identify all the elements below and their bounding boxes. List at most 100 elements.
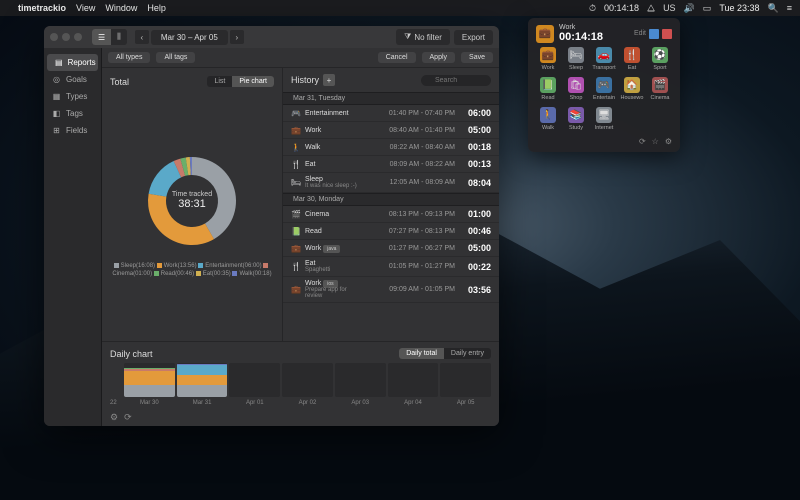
activity-name: SleepIt was nice sleep :-) [305,176,365,189]
cancel-button[interactable]: Cancel [378,52,416,63]
daily-column[interactable]: Mar 31 [177,363,228,406]
menu-window[interactable]: Window [105,3,137,13]
menu-view[interactable]: View [76,3,95,13]
stop-button[interactable] [662,29,672,39]
wifi-icon[interactable]: ⧋ [647,3,655,14]
duration: 00:18 [461,142,491,152]
widget-edit-button[interactable]: Edit [634,30,646,37]
widget-activity-label: Entertain [593,95,615,101]
daily-entry-button[interactable]: Daily entry [444,348,491,359]
widget-activity-work[interactable]: 💼Work [536,47,560,71]
settings-icon[interactable]: ⚙ [110,412,118,423]
widget-activity-label: Walk [542,125,554,131]
export-button[interactable]: Export [454,30,493,45]
widget-activity-icon: 🎬 [652,77,668,93]
history-row[interactable]: 💼Workjava01:27 PM - 06:27 PM05:00 [283,240,499,257]
widget-activity-icon: ⚽ [652,47,668,63]
widget-history-icon[interactable]: ⟳ [639,137,646,146]
widget-activity-label: Read [541,95,554,101]
sidebar-item-reports[interactable]: ▤Reports [47,54,98,71]
history-row[interactable]: 🍴EatSpaghetti01:05 PM - 01:27 PM00:22 [283,257,499,277]
history-row[interactable]: 💼WorkiosPrepare app for review09:09 AM -… [283,277,499,303]
all-types-pill[interactable]: All types [108,52,150,63]
daily-column[interactable]: Apr 04 [388,363,439,406]
widget-activity-sport[interactable]: ⚽Sport [648,47,672,71]
time-range: 12:05 AM - 08:09 AM [365,179,455,186]
daily-column[interactable]: Apr 03 [335,363,386,406]
prev-button[interactable]: ‹ [135,30,149,44]
widget-activity-internet[interactable]: 🖥Internet [592,107,616,131]
widget-activity-read[interactable]: 📗Read [536,77,560,101]
widget-activity-icon: 🏠 [624,77,640,93]
spotlight-icon[interactable]: 🔍 [768,3,779,14]
list-view-button[interactable]: List [207,76,232,87]
widget-activity-walk[interactable]: 🚶Walk [536,107,560,131]
activity-name: Work [305,127,365,134]
widget-activity-housewo[interactable]: 🏠Housewo [620,77,644,101]
widget-activity-transport[interactable]: 🚗Transport [592,47,616,71]
search-input[interactable] [421,75,491,86]
clock[interactable]: Tue 23:38 [719,3,759,13]
add-entry-button[interactable]: + [323,74,335,86]
day-label: Apr 03 [351,400,369,406]
flag-icon[interactable]: US [663,3,676,13]
history-list[interactable]: Mar 31, Tuesday🎮Entertainment01:40 PM - … [283,92,499,341]
history-row[interactable]: 💼Work08:40 AM - 01:40 PM05:00 [283,122,499,139]
daily-column[interactable]: Mar 30 [124,363,175,406]
daily-column[interactable]: Apr 02 [282,363,333,406]
traffic-lights[interactable] [50,33,82,41]
widget-activity-label: Cinema [651,95,670,101]
history-row[interactable]: 🛏SleepIt was nice sleep :-)12:05 AM - 08… [283,173,499,193]
widget-activity-icon: 🛏 [568,47,584,63]
widget-activity-label: Sleep [569,65,583,71]
timer-icon[interactable]: ⏱ [589,3,596,14]
next-button[interactable]: › [230,30,244,44]
widget-activity-shop[interactable]: 🛍Shop [564,77,588,101]
list-mode-icon[interactable]: ☰ [92,29,111,45]
history-row[interactable]: 🎮Entertainment01:40 PM - 07:40 PM06:00 [283,105,499,122]
activity-name: Cinema [305,211,365,218]
sidebar-icon: ◎ [52,75,61,84]
app-name[interactable]: timetrackio [18,3,66,13]
volume-icon[interactable]: 🔊 [684,3,695,14]
history-row[interactable]: 🎬Cinema08:13 PM - 09:13 PM01:00 [283,206,499,223]
widget-activity-cinema[interactable]: 🎬 Cinema [648,77,672,101]
widget-activity-icon: 📚 [568,107,584,123]
widget-settings-icon[interactable]: ⚙ [665,137,672,146]
siri-icon[interactable]: ≡ [787,3,792,13]
refresh-icon[interactable]: ⟳ [124,412,132,423]
timer-value: 00:14:18 [604,3,639,13]
sidebar-item-types[interactable]: ▦Types [44,88,101,105]
save-button[interactable]: Save [461,52,493,63]
battery-icon[interactable]: ▭ [703,3,712,14]
sidebar-icon: ▦ [52,92,61,101]
daily-column[interactable]: Apr 05 [440,363,491,406]
widget-activity-sleep[interactable]: 🛏 Sleep [564,47,588,71]
widget-activity-eat[interactable]: 🍴Eat [620,47,644,71]
daily-column[interactable]: Apr 01 [229,363,280,406]
tracker-widget: 💼 Work 00:14:18 Edit 💼Work🛏Sleep🚗Transpo… [528,18,680,152]
apply-button[interactable]: Apply [422,52,456,63]
daily-total-button[interactable]: Daily total [399,348,444,359]
menu-help[interactable]: Help [147,3,166,13]
sidebar-item-tags[interactable]: ◧Tags [44,105,101,122]
total-title: Total [110,77,129,87]
widget-activity-study[interactable]: 📚Study [564,107,588,131]
date-range[interactable]: Mar 30 – Apr 05 [151,30,228,45]
pie-view-button[interactable]: Pie chart [232,76,274,87]
all-tags-pill[interactable]: All tags [156,52,195,63]
widget-activity-entertain[interactable]: 🎮Entertain [592,77,616,101]
filter-button[interactable]: ⧩No filter [396,29,450,45]
history-row[interactable]: 🍴Eat08:09 AM - 08:22 AM00:13 [283,156,499,173]
donut-label: Time tracked [172,191,212,198]
sidebar-label: Fields [66,126,87,135]
pause-button[interactable] [649,29,659,39]
history-row[interactable]: 📗Read07:27 PM - 08:13 PM00:46 [283,223,499,240]
history-row[interactable]: 🚶Walk08:22 AM - 08:40 AM00:18 [283,139,499,156]
sidebar-item-goals[interactable]: ◎Goals [44,71,101,88]
widget-star-icon[interactable]: ☆ [652,137,659,146]
sidebar-item-fields[interactable]: ⊞Fields [44,122,101,139]
daily-axis: 22 [110,400,120,406]
activity-icon: 🚶 [291,143,301,152]
chart-mode-icon[interactable]: ⫼ [111,29,127,45]
